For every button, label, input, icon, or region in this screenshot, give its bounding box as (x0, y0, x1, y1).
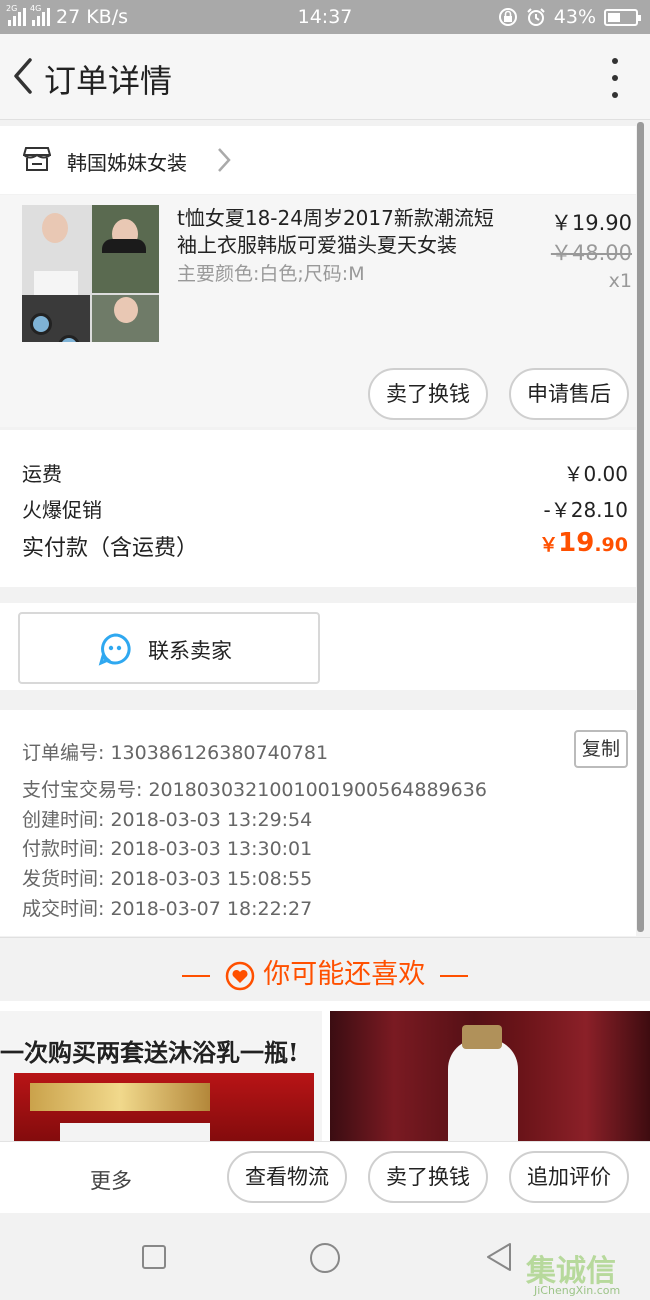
sell-button-bottom[interactable]: 卖了换钱 (368, 1151, 488, 1203)
chat-bubble-icon (98, 633, 131, 666)
product-thumbnail[interactable] (22, 205, 159, 342)
shop-name: 韩国姊妹女装 (67, 151, 187, 175)
promo-label: 火爆促销 (22, 498, 102, 522)
view-logistics-button[interactable]: 查看物流 (227, 1151, 347, 1203)
shipping-label: 运费 (22, 462, 62, 486)
order-item[interactable]: t恤女夏18-24周岁2017新款潮流短袖上衣服韩版可爱猫头夏天女装 主要颜色:… (0, 195, 636, 427)
order-number: 订单编号: 130386126380740781 (22, 742, 329, 764)
product-quantity: x1 (608, 270, 632, 292)
created-time: 创建时间: 2018-03-03 13:29:54 (22, 809, 313, 831)
chevron-right-icon (218, 148, 231, 172)
battery-percent: 43% (553, 6, 596, 28)
lock-rotation-icon (498, 8, 517, 26)
banner-text: 一次购买两套送沐浴乳一瓶! (0, 1038, 299, 1067)
paid-time: 付款时间: 2018-03-03 13:30:01 (22, 838, 313, 860)
recommend-item-hair-care[interactable] (330, 1011, 650, 1141)
decor-line-right (439, 974, 468, 977)
watermark-logo: 集诚信 JiChengXin.com (526, 1254, 621, 1297)
recommend-list: 一次购买两套送沐浴乳一瓶! (0, 1001, 650, 1141)
battery-icon (604, 8, 641, 26)
title-bar: 订单详情 (0, 34, 650, 120)
recommend-title: 你可能还喜欢 (263, 959, 426, 990)
total-row: 实付款（含运费） ￥19.90 (22, 528, 628, 562)
alarm-icon (527, 8, 545, 26)
status-right: 43% (498, 6, 641, 28)
more-button[interactable]: 更多 (90, 1165, 132, 1195)
contact-seller-button[interactable]: 联系卖家 (18, 612, 320, 684)
product-price: ￥19.90 (550, 211, 632, 235)
order-info: 订单编号: 130386126380740781 复制 支付宝交易号: 2018… (0, 710, 636, 936)
product-title[interactable]: t恤女夏18-24周岁2017新款潮流短袖上衣服韩版可爱猫头夏天女装 (177, 205, 512, 259)
store-icon (23, 147, 51, 171)
scrollbar[interactable] (637, 122, 644, 932)
status-bar: 2G 4G 27 KB/s 14:37 43% (0, 0, 650, 34)
alipay-number: 支付宝交易号: 2018030321001001900564889636 (22, 779, 487, 801)
copy-button[interactable]: 复制 (574, 730, 628, 768)
total-label: 实付款（含运费） (22, 536, 199, 561)
shipped-time: 发货时间: 2018-03-03 15:08:55 (22, 868, 313, 890)
back-arrow-icon[interactable] (8, 56, 38, 96)
recommend-item-gift-set[interactable]: 一次购买两套送沐浴乳一瓶! (0, 1011, 322, 1141)
back-icon[interactable] (484, 1241, 516, 1273)
contact-section: 联系卖家 (0, 603, 636, 690)
total-value: ￥19.90 (539, 528, 628, 558)
after-sale-button[interactable]: 申请售后 (509, 368, 629, 420)
add-review-button[interactable]: 追加评价 (509, 1151, 629, 1203)
recent-apps-icon[interactable] (140, 1243, 168, 1271)
contact-seller-label: 联系卖家 (148, 639, 232, 663)
shop-row[interactable]: 韩国姊妹女装 (0, 126, 636, 194)
heart-icon (225, 961, 254, 990)
promo-row: 火爆促销 -￥28.10 (22, 494, 628, 523)
shipping-value: ￥0.00 (563, 462, 628, 486)
bottom-action-bar: 更多 查看物流 卖了换钱 追加评价 (0, 1141, 650, 1213)
fee-summary: 运费 ￥0.00 火爆促销 -￥28.10 实付款（含运费） ￥19.90 (0, 430, 636, 587)
recommend-header: 你可能还喜欢 (0, 937, 650, 1001)
product-attributes: 主要颜色:白色;尺码:M (177, 263, 365, 285)
decor-line-left (182, 974, 211, 977)
sell-button[interactable]: 卖了换钱 (368, 368, 488, 420)
shipping-row: 运费 ￥0.00 (22, 458, 628, 487)
more-menu-icon[interactable] (610, 58, 620, 98)
completed-time: 成交时间: 2018-03-07 18:22:27 (22, 898, 313, 920)
product-original-price: ￥48.00 (550, 241, 632, 265)
system-nav-bar: 集诚信 JiChengXin.com (0, 1213, 650, 1300)
page-title: 订单详情 (44, 62, 173, 100)
promo-value: -￥28.10 (543, 498, 628, 522)
home-icon[interactable] (308, 1241, 342, 1275)
